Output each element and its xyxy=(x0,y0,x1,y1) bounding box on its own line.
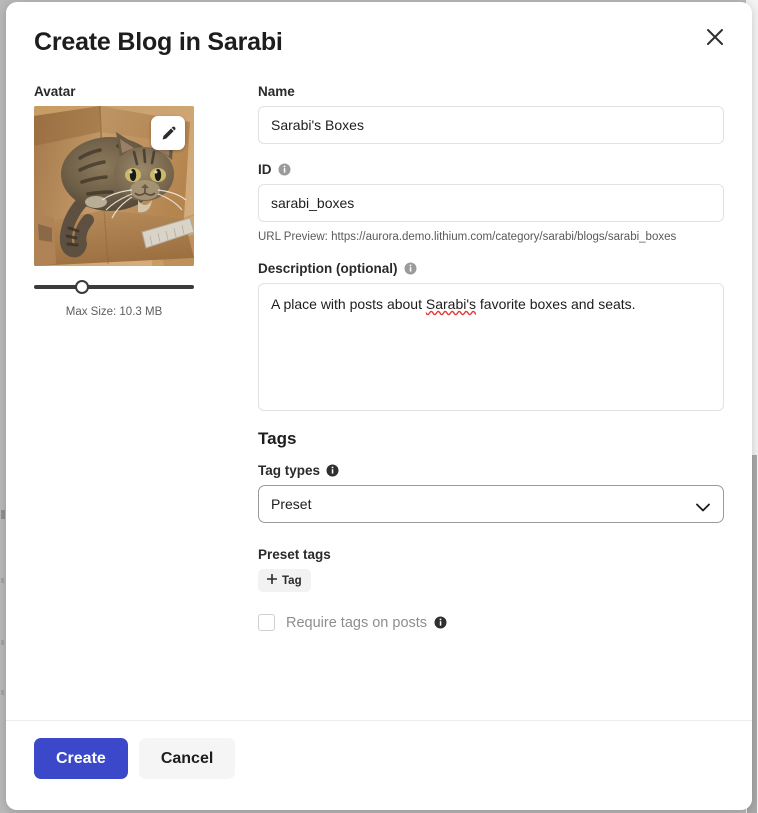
info-circle-icon[interactable] xyxy=(326,464,339,477)
info-circle-icon[interactable] xyxy=(434,616,447,629)
avatar-label: Avatar xyxy=(34,84,76,99)
tag-types-select[interactable]: Preset xyxy=(258,485,724,523)
cancel-button[interactable]: Cancel xyxy=(138,738,236,779)
background-content-speck xyxy=(1,640,4,645)
close-icon xyxy=(704,26,726,48)
tag-types-group: Tag types Preset xyxy=(258,463,724,523)
modal-body: Avatar Max Size: 10.3 MB Name Sarabi's B… xyxy=(6,76,752,720)
avatar-zoom-slider[interactable] xyxy=(34,279,194,295)
avatar-section: Avatar Max Size: 10.3 MB xyxy=(34,76,224,720)
page-root: Create Blog in Sarabi Avatar Max Size: 1… xyxy=(0,0,758,813)
id-label-text: ID xyxy=(258,162,272,177)
id-field-group: ID URL Preview: https://aurora.demo.lith… xyxy=(258,162,724,243)
page-title: Create Blog in Sarabi xyxy=(34,28,283,56)
modal-footer: Create Cancel xyxy=(6,720,752,810)
add-tag-label: Tag xyxy=(282,574,302,587)
close-button[interactable] xyxy=(698,20,732,54)
info-circle-icon[interactable] xyxy=(278,163,291,176)
description-label: Description (optional) xyxy=(258,261,724,276)
create-button[interactable]: Create xyxy=(34,738,128,779)
id-input[interactable] xyxy=(258,184,724,222)
tag-types-label: Tag types xyxy=(258,463,724,478)
background-content-speck xyxy=(1,510,5,519)
require-tags-checkbox[interactable] xyxy=(258,614,275,631)
background-content-speck xyxy=(1,578,4,583)
name-label: Name xyxy=(258,84,295,99)
plus-icon xyxy=(266,573,278,587)
avatar[interactable] xyxy=(34,106,194,266)
edit-avatar-button[interactable] xyxy=(151,116,185,150)
preset-tags-group: Preset tags Tag xyxy=(258,547,724,592)
add-tag-button[interactable]: Tag xyxy=(258,569,311,592)
description-misspelled-word: Sarabi's xyxy=(425,296,477,312)
background-content-speck xyxy=(1,690,4,695)
form-section: Name ID xyxy=(224,76,724,720)
pencil-icon xyxy=(160,125,177,142)
slider-track[interactable] xyxy=(34,285,194,289)
description-field-group: Description (optional) A place with post… xyxy=(258,261,724,411)
modal-header: Create Blog in Sarabi xyxy=(6,2,752,76)
tag-types-selected-value: Preset xyxy=(271,496,312,512)
require-tags-label: Require tags on posts xyxy=(286,615,447,631)
description-label-text: Description (optional) xyxy=(258,261,398,276)
url-preview: URL Preview: https://aurora.demo.lithium… xyxy=(258,231,677,243)
slider-thumb[interactable] xyxy=(74,280,89,294)
info-circle-icon[interactable] xyxy=(404,262,417,275)
max-size-text: Max Size: 10.3 MB xyxy=(65,306,163,318)
description-textarea[interactable]: A place with posts about Sarabi's favori… xyxy=(258,283,724,411)
preset-tags-label: Preset tags xyxy=(258,547,331,562)
create-blog-modal: Create Blog in Sarabi Avatar Max Size: 1… xyxy=(6,2,752,810)
tag-types-select-wrap: Preset xyxy=(258,485,724,523)
description-text-before: A place with posts about xyxy=(271,296,426,312)
tag-types-label-text: Tag types xyxy=(258,463,321,478)
name-field-group: Name xyxy=(258,84,724,144)
tags-section-title: Tags xyxy=(258,429,297,448)
description-text-after: favorite boxes and seats. xyxy=(476,296,636,312)
require-tags-row[interactable]: Require tags on posts xyxy=(258,614,724,631)
require-tags-label-text: Require tags on posts xyxy=(286,614,428,631)
id-label: ID xyxy=(258,162,724,177)
name-input[interactable] xyxy=(258,106,724,144)
